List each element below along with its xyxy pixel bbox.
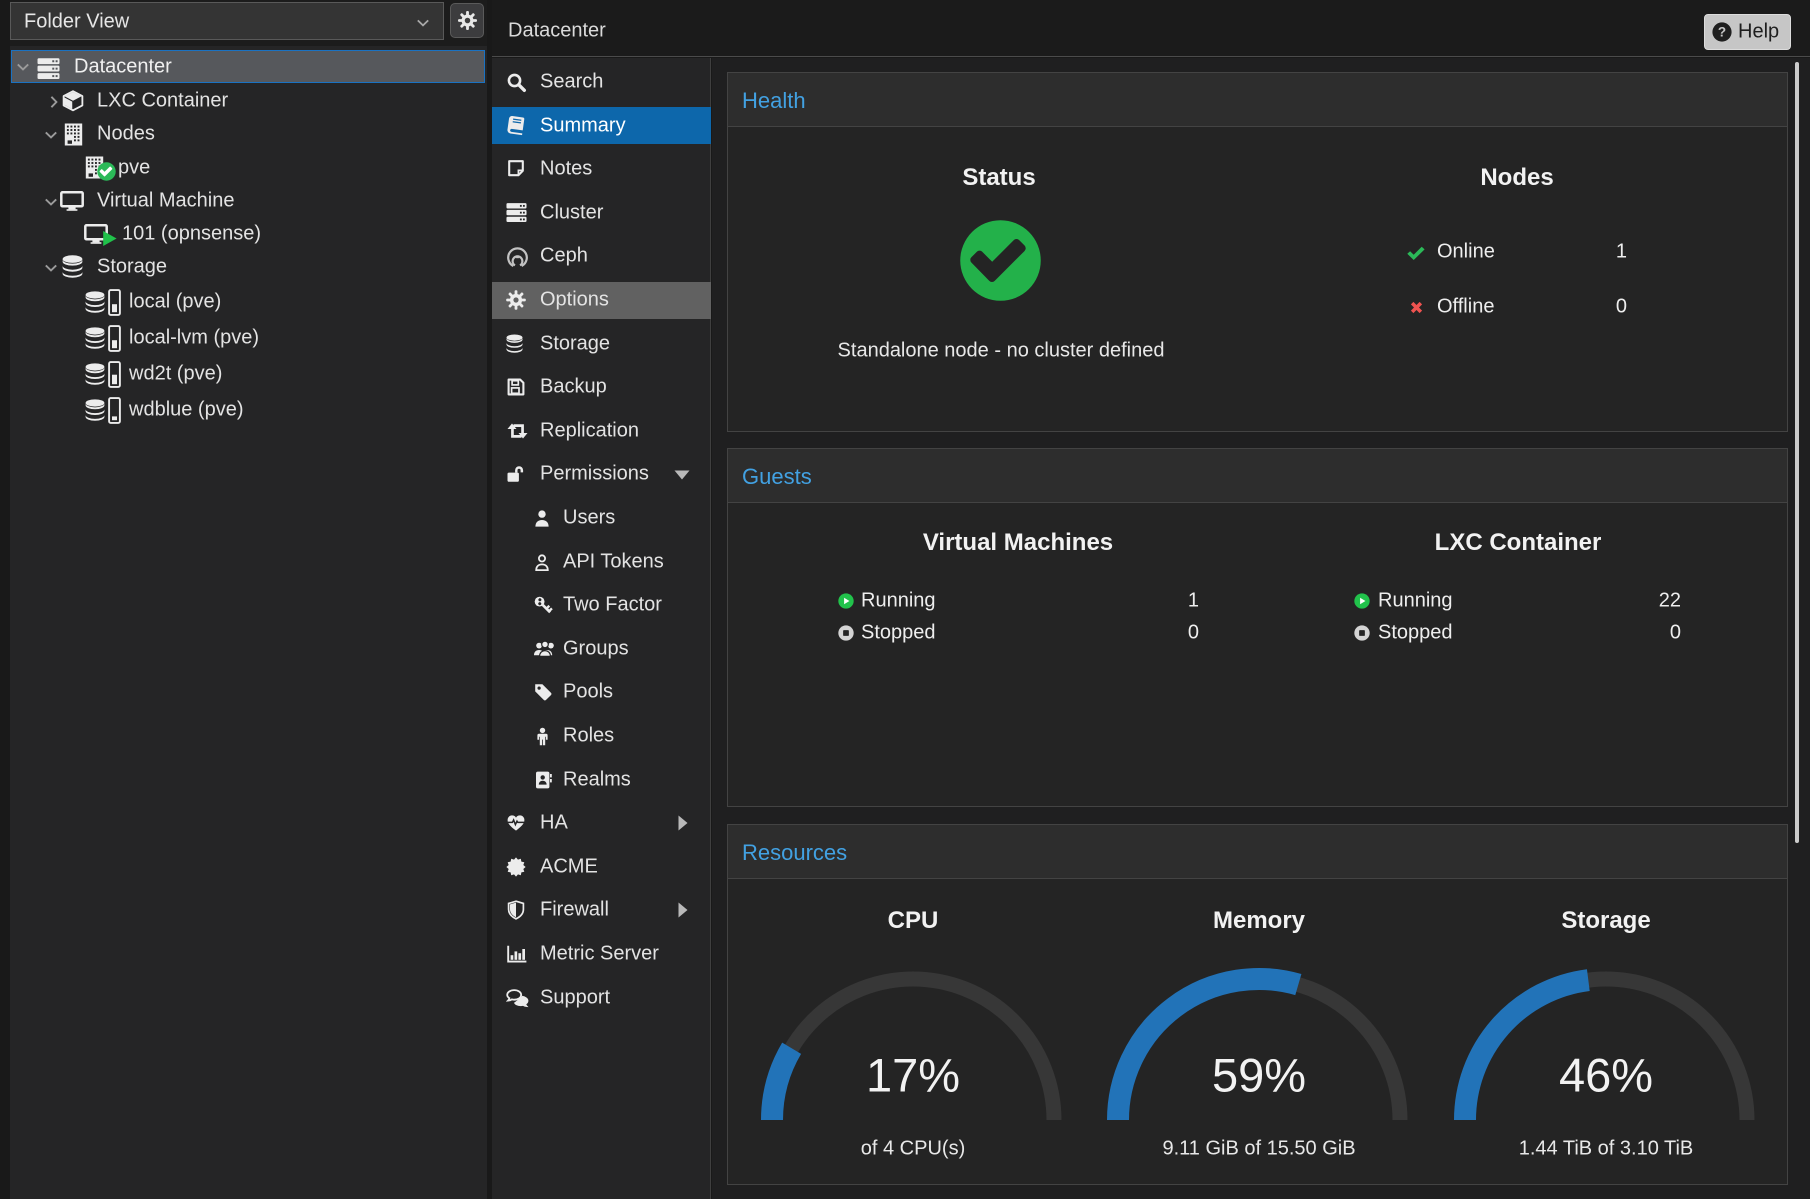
svg-text:?: ? [1718,25,1726,40]
